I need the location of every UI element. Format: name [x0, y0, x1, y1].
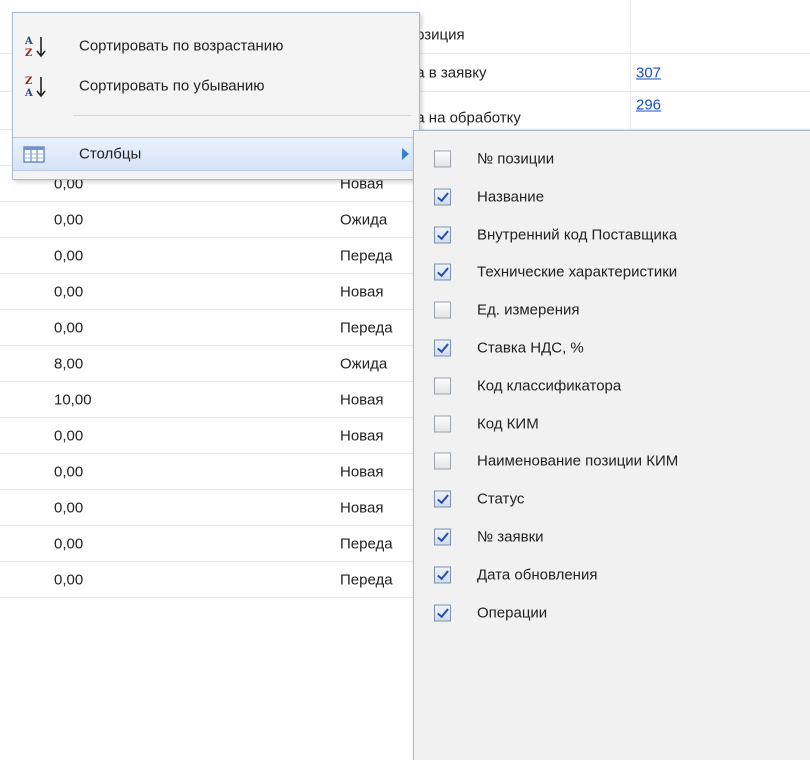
row-value: 0,00 [54, 571, 84, 588]
row-status: Новая [340, 283, 384, 300]
row-value: 10,00 [54, 391, 92, 408]
row-value: 0,00 [54, 463, 84, 480]
column-checkbox[interactable] [434, 452, 451, 470]
columns-item[interactable]: Столбцы [13, 137, 419, 171]
row-status: Ожида [340, 211, 388, 228]
column-checkbox[interactable] [434, 415, 451, 433]
columns-submenu: № позиции Название Внутренний код Поставщи… [413, 130, 810, 760]
column-toggle-item[interactable]: Технические характеристики [414, 254, 810, 290]
column-checkbox[interactable] [434, 528, 451, 546]
column-toggle-label: Технические характеристики [477, 263, 678, 281]
row-value: 8,00 [54, 355, 84, 372]
row-value: 0,00 [54, 283, 84, 300]
svg-text:Z: Z [25, 48, 32, 59]
column-toggle-label: Название [477, 188, 545, 206]
column-checkbox[interactable] [434, 188, 451, 206]
column-toggle-label: Внутренний код Поставщика [477, 226, 678, 244]
row-status: Новая [340, 427, 384, 444]
sort-ascending-label: Сортировать по возрастанию [79, 37, 284, 55]
column-toggle-label: Ед. измерения [477, 301, 580, 319]
row-status: Переда [340, 535, 393, 552]
row-status: Переда [340, 319, 393, 336]
row-status: Новая [340, 499, 384, 516]
column-toggle-label: Код классификатора [477, 377, 622, 395]
column-toggle-label: Наименование позиции КИМ [477, 452, 679, 470]
menu-separator [73, 115, 411, 116]
column-toggle-label: Код КИМ [477, 415, 539, 433]
column-toggle-item[interactable]: Статус [414, 481, 810, 517]
column-toggle-item[interactable]: Внутренний код Поставщика [414, 217, 810, 253]
column-toggle-item[interactable]: № заявки [414, 519, 810, 555]
row-status: Переда [340, 571, 393, 588]
column-toggle-item[interactable]: Ед. измерения [414, 292, 810, 328]
column-checkbox[interactable] [434, 604, 451, 622]
sort-descending-item[interactable]: Z A Сортировать по убыванию [13, 69, 419, 103]
grid-header-label: на на обработку [408, 109, 521, 127]
svg-text:A: A [24, 88, 33, 99]
column-toggle-item[interactable]: Код классификатора [414, 368, 810, 404]
column-checkbox[interactable] [434, 226, 451, 244]
column-toggle-item[interactable]: Операции [414, 595, 810, 631]
column-checkbox[interactable] [434, 566, 451, 584]
column-toggle-item[interactable]: Дата обновления [414, 557, 810, 593]
column-toggle-item[interactable]: Код КИМ [414, 406, 810, 442]
row-value: 0,00 [54, 535, 84, 552]
column-toggle-item[interactable]: № позиции [414, 141, 810, 177]
row-value: 0,00 [54, 247, 84, 264]
column-checkbox[interactable] [434, 339, 451, 357]
column-checkbox[interactable] [434, 263, 451, 281]
column-toggle-label: № позиции [477, 150, 555, 168]
column-checkbox[interactable] [434, 377, 451, 395]
columns-icon [23, 145, 51, 171]
sort-descending-icon: Z A [23, 74, 51, 100]
column-toggle-item[interactable]: Ставка НДС, % [414, 330, 810, 366]
row-value: 0,00 [54, 319, 84, 336]
sort-ascending-item[interactable]: A Z Сортировать по возрастанию [13, 29, 419, 63]
sort-ascending-icon: A Z [23, 34, 51, 60]
column-toggle-label: Ставка НДС, % [477, 339, 584, 357]
count-link[interactable]: 307 [636, 64, 661, 81]
column-checkbox[interactable] [434, 150, 451, 168]
column-toggle-label: № заявки [477, 528, 544, 546]
column-toggle-label: Дата обновления [477, 566, 598, 584]
row-value: 0,00 [54, 499, 84, 516]
row-status: Новая [340, 463, 384, 480]
sort-descending-label: Сортировать по убыванию [79, 77, 265, 95]
row-value: 0,00 [54, 211, 84, 228]
column-toggle-label: Статус [477, 490, 525, 508]
row-status: Переда [340, 247, 393, 264]
columns-label: Столбцы [79, 145, 142, 163]
row-status: Ожида [340, 355, 388, 372]
column-toggle-item[interactable]: Наименование позиции КИМ [414, 443, 810, 479]
count-link[interactable]: 296 [636, 96, 661, 113]
column-checkbox[interactable] [434, 490, 451, 508]
column-toggle-item[interactable]: Название [414, 179, 810, 215]
row-status: Новая [340, 391, 384, 408]
column-toggle-label: Операции [477, 604, 548, 622]
context-menu: A Z Сортировать по возрастанию Z A Сорти… [12, 12, 420, 180]
submenu-arrow-icon [402, 148, 409, 160]
row-value: 0,00 [54, 427, 84, 444]
svg-text:Z: Z [25, 76, 32, 87]
column-checkbox[interactable] [434, 301, 451, 319]
svg-text:A: A [24, 36, 33, 47]
